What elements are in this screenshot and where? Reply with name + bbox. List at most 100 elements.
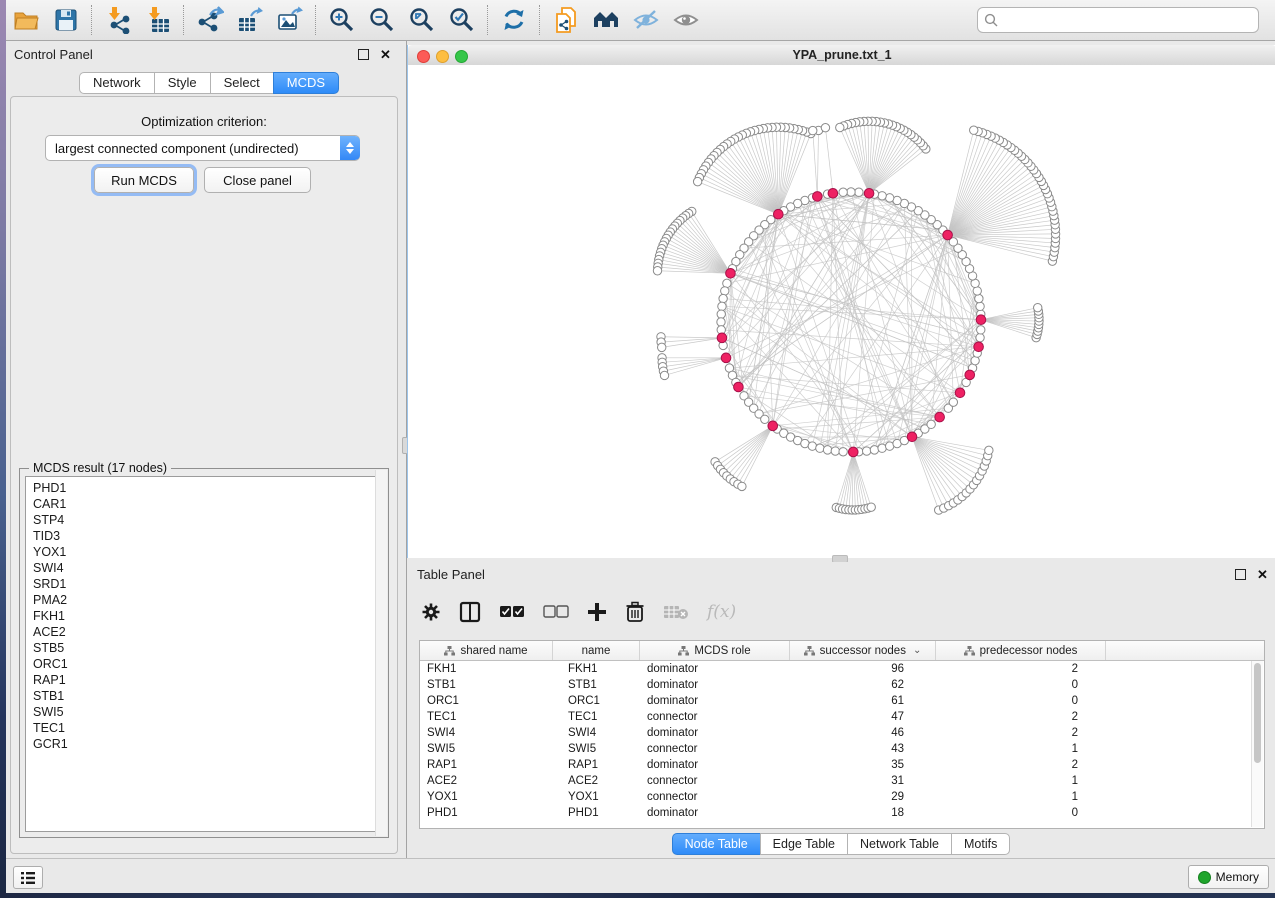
table-row[interactable]: ACE2ACE2connector311 bbox=[420, 773, 1264, 789]
table-cell: YOX1 bbox=[553, 791, 640, 803]
table-cell: SWI5 bbox=[420, 743, 553, 755]
column-header-predecessor-nodes[interactable]: predecessor nodes bbox=[936, 641, 1106, 660]
clone-network-icon[interactable] bbox=[546, 3, 586, 37]
export-network-icon[interactable] bbox=[190, 3, 230, 37]
table-cell: dominator bbox=[640, 759, 790, 771]
mcds-result-item[interactable]: GCR1 bbox=[33, 736, 382, 752]
table-cell: ORC1 bbox=[553, 695, 640, 707]
hide-selected-eye-icon[interactable] bbox=[626, 3, 666, 37]
table-settings-gear-icon[interactable] bbox=[421, 602, 441, 622]
mcds-result-item[interactable]: CAR1 bbox=[33, 496, 382, 512]
tab-motifs[interactable]: Motifs bbox=[951, 833, 1010, 855]
mcds-result-item[interactable]: PHD1 bbox=[33, 480, 382, 496]
mcds-result-item[interactable]: FKH1 bbox=[33, 608, 382, 624]
table-row[interactable]: FKH1FKH1dominator962 bbox=[420, 661, 1264, 677]
search-box[interactable] bbox=[977, 7, 1259, 33]
export-image-icon[interactable] bbox=[270, 3, 310, 37]
mcds-result-item[interactable]: TEC1 bbox=[33, 720, 382, 736]
mcds-result-item[interactable]: YOX1 bbox=[33, 544, 382, 560]
show-columns-icon[interactable] bbox=[459, 601, 481, 623]
close-window-icon[interactable]: ✕ bbox=[380, 50, 391, 60]
table-row[interactable]: TEC1TEC1connector472 bbox=[420, 709, 1264, 725]
add-column-icon[interactable] bbox=[587, 602, 607, 622]
table-row[interactable]: RAP1RAP1dominator352 bbox=[420, 757, 1264, 773]
table-cell: YOX1 bbox=[420, 791, 553, 803]
mcds-result-item[interactable]: SWI4 bbox=[33, 560, 382, 576]
tab-node-table[interactable]: Node Table bbox=[672, 833, 760, 855]
column-header-successor-nodes[interactable]: successor nodes⌄ bbox=[790, 641, 936, 660]
zoom-fit-icon[interactable] bbox=[402, 3, 442, 37]
table-cell: connector bbox=[640, 775, 790, 787]
application-window: Control Panel ✕ NetworkStyleSelectMCDS O… bbox=[6, 0, 1275, 892]
mcds-result-item[interactable]: SWI5 bbox=[33, 704, 382, 720]
table-cell: STB1 bbox=[553, 679, 640, 691]
table-cell: 31 bbox=[790, 775, 936, 787]
show-all-eye-icon[interactable] bbox=[666, 3, 706, 37]
network-window-titlebar[interactable]: YPA_prune.txt_1 bbox=[408, 45, 1275, 66]
tab-style[interactable]: Style bbox=[154, 72, 210, 94]
network-graph[interactable] bbox=[408, 65, 1275, 558]
mcds-result-list[interactable]: PHD1CAR1STP4TID3YOX1SWI4SRD1PMA2FKH1ACE2… bbox=[25, 476, 383, 832]
table-cell: connector bbox=[640, 791, 790, 803]
search-input[interactable] bbox=[1003, 12, 1252, 28]
table-cell: dominator bbox=[640, 695, 790, 707]
table-cell: FKH1 bbox=[420, 663, 553, 675]
mcds-result-item[interactable]: STP4 bbox=[33, 512, 382, 528]
table-cell: 2 bbox=[936, 759, 1106, 771]
mcds-result-item[interactable]: SRD1 bbox=[33, 576, 382, 592]
close-window-icon[interactable]: ✕ bbox=[1257, 570, 1268, 580]
table-scrollbar[interactable] bbox=[1251, 661, 1263, 827]
task-history-button[interactable] bbox=[13, 866, 43, 889]
float-window-icon[interactable] bbox=[1235, 569, 1246, 580]
tab-network-table[interactable]: Network Table bbox=[847, 833, 951, 855]
mcds-panel: Optimization criterion: largest connecte… bbox=[10, 96, 398, 854]
column-header-name[interactable]: name bbox=[553, 641, 640, 660]
table-scrollbar-thumb[interactable] bbox=[1254, 663, 1261, 763]
tab-mcds[interactable]: MCDS bbox=[273, 72, 339, 94]
mcds-result-item[interactable]: ORC1 bbox=[33, 656, 382, 672]
column-header-MCDS-role[interactable]: MCDS role bbox=[640, 641, 790, 660]
export-table-icon[interactable] bbox=[230, 3, 270, 37]
memory-button[interactable]: Memory bbox=[1188, 865, 1269, 889]
mcds-result-item[interactable]: STB5 bbox=[33, 640, 382, 656]
tab-edge-table[interactable]: Edge Table bbox=[760, 833, 847, 855]
network-canvas[interactable] bbox=[408, 65, 1275, 558]
open-session-icon[interactable] bbox=[6, 3, 46, 37]
tab-network[interactable]: Network bbox=[79, 72, 154, 94]
zoom-in-icon[interactable] bbox=[322, 3, 362, 37]
deselect-all-rows-icon[interactable] bbox=[543, 604, 569, 620]
table-cell: 0 bbox=[936, 695, 1106, 707]
table-cell: dominator bbox=[640, 807, 790, 819]
optimization-criterion-select[interactable]: largest connected component (undirected) bbox=[45, 135, 360, 161]
table-row[interactable]: SWI5SWI5connector431 bbox=[420, 741, 1264, 757]
node-table-header: shared namenameMCDS rolesuccessor nodes⌄… bbox=[420, 641, 1264, 661]
zoom-out-icon[interactable] bbox=[362, 3, 402, 37]
toolbar-separator bbox=[315, 5, 317, 35]
save-session-icon[interactable] bbox=[46, 3, 86, 37]
first-neighbors-icon[interactable] bbox=[586, 3, 626, 37]
mcds-result-item[interactable]: RAP1 bbox=[33, 672, 382, 688]
delete-column-icon[interactable] bbox=[625, 601, 645, 623]
select-all-rows-icon[interactable] bbox=[499, 604, 525, 620]
import-table-icon[interactable] bbox=[138, 3, 178, 37]
table-row[interactable]: SWI4SWI4dominator462 bbox=[420, 725, 1264, 741]
zoom-selected-icon[interactable] bbox=[442, 3, 482, 37]
run-mcds-button[interactable]: Run MCDS bbox=[94, 167, 194, 193]
table-panel-window-icons: ✕ bbox=[1235, 569, 1268, 580]
mcds-result-item[interactable]: TID3 bbox=[33, 528, 382, 544]
import-network-icon[interactable] bbox=[98, 3, 138, 37]
refresh-icon[interactable] bbox=[494, 3, 534, 37]
column-header-shared-name[interactable]: shared name bbox=[420, 641, 553, 660]
table-row[interactable]: STB1STB1dominator620 bbox=[420, 677, 1264, 693]
close-panel-button[interactable]: Close panel bbox=[204, 167, 311, 193]
float-window-icon[interactable] bbox=[358, 49, 369, 60]
table-row[interactable]: ORC1ORC1dominator610 bbox=[420, 693, 1264, 709]
tab-select[interactable]: Select bbox=[210, 72, 273, 94]
mcds-result-scrollbar[interactable] bbox=[375, 470, 387, 836]
control-panel-title: Control Panel bbox=[14, 47, 93, 62]
mcds-result-item[interactable]: ACE2 bbox=[33, 624, 382, 640]
mcds-result-item[interactable]: PMA2 bbox=[33, 592, 382, 608]
table-row[interactable]: PHD1PHD1dominator180 bbox=[420, 805, 1264, 821]
table-row[interactable]: YOX1YOX1connector291 bbox=[420, 789, 1264, 805]
mcds-result-item[interactable]: STB1 bbox=[33, 688, 382, 704]
